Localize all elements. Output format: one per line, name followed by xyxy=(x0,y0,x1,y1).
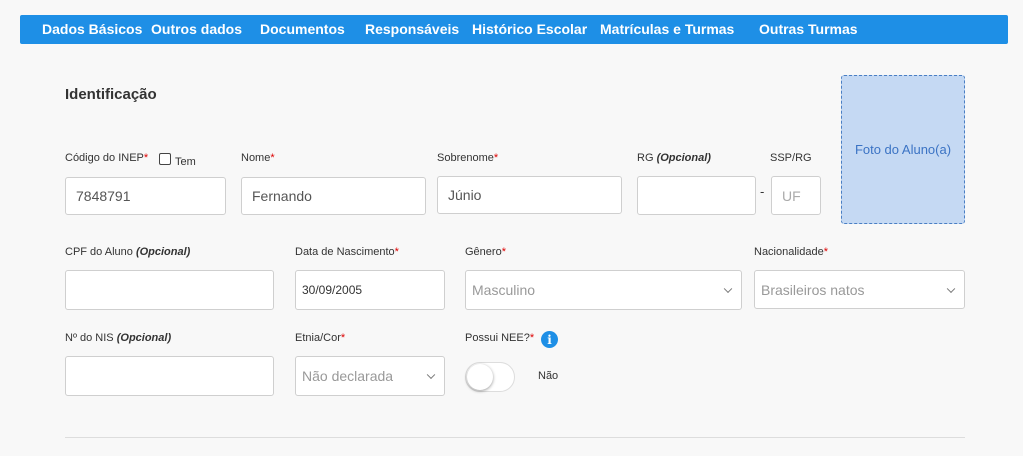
inep-tem-label: Tem xyxy=(175,156,196,168)
info-icon[interactable]: i xyxy=(541,331,558,348)
nee-state-label: Não xyxy=(538,370,559,382)
etnia-select[interactable]: Não declarada xyxy=(295,356,445,396)
chevron-down-icon xyxy=(426,370,436,380)
etnia-value: Não declarada xyxy=(302,368,394,384)
tab-outras-turmas[interactable]: Outras Turmas xyxy=(759,21,858,37)
inep-input[interactable] xyxy=(65,177,226,215)
tab-dados-basicos[interactable]: Dados Básicos xyxy=(42,21,142,37)
nis-label: Nº do NIS (Opcional) xyxy=(65,332,172,344)
nascimento-label: Data de Nascimento* xyxy=(295,246,399,258)
tab-matriculas-turmas[interactable]: Matrículas e Turmas xyxy=(600,21,734,37)
nee-toggle[interactable] xyxy=(465,362,515,392)
nascimento-input[interactable] xyxy=(295,270,445,310)
nacionalidade-value: Brasileiros natos xyxy=(761,281,865,298)
sobrenome-input[interactable] xyxy=(437,176,622,214)
cpf-label: CPF do Aluno (Opcional) xyxy=(65,246,191,258)
chevron-down-icon xyxy=(946,284,956,293)
inep-label: Código do INEP* xyxy=(65,152,149,164)
section-title: Identificação xyxy=(65,86,157,103)
genero-value: Masculino xyxy=(472,282,536,298)
nome-input[interactable] xyxy=(241,177,426,215)
nee-label: Possui NEE?* xyxy=(465,332,535,344)
rg-separator: - xyxy=(760,184,765,199)
sobrenome-label: Sobrenome* xyxy=(437,152,499,164)
top-tab-bar: Dados Básicos Outros dados Documentos Re… xyxy=(20,15,1008,44)
ssp-label: SSP/RG xyxy=(770,152,812,164)
nome-label: Nome* xyxy=(241,152,275,164)
photo-label: Foto do Aluno(a) xyxy=(854,142,952,157)
nis-input[interactable] xyxy=(65,356,274,396)
etnia-label: Etnia/Cor* xyxy=(295,332,346,344)
inep-tem-checkbox[interactable] xyxy=(159,153,171,165)
tab-historico-escolar[interactable]: Histórico Escolar xyxy=(472,21,587,37)
section-divider xyxy=(65,437,965,438)
cpf-input[interactable] xyxy=(65,270,274,310)
tab-responsaveis[interactable]: Responsáveis xyxy=(365,21,459,37)
genero-select[interactable]: Masculino xyxy=(465,270,742,310)
student-photo-upload[interactable]: Foto do Aluno(a) xyxy=(841,75,965,224)
tab-documentos[interactable]: Documentos xyxy=(260,21,345,37)
toggle-knob xyxy=(467,364,493,390)
chevron-down-icon xyxy=(723,284,733,294)
rg-input[interactable] xyxy=(637,176,756,215)
nacionalidade-label: Nacionalidade* xyxy=(754,246,828,258)
tab-outros-dados[interactable]: Outros dados xyxy=(151,21,242,37)
nacionalidade-select[interactable]: Brasileiros natos xyxy=(754,270,965,309)
ssp-uf-input[interactable] xyxy=(771,176,821,215)
rg-label: RG (Opcional) xyxy=(637,152,711,164)
genero-label: Gênero* xyxy=(465,246,506,258)
